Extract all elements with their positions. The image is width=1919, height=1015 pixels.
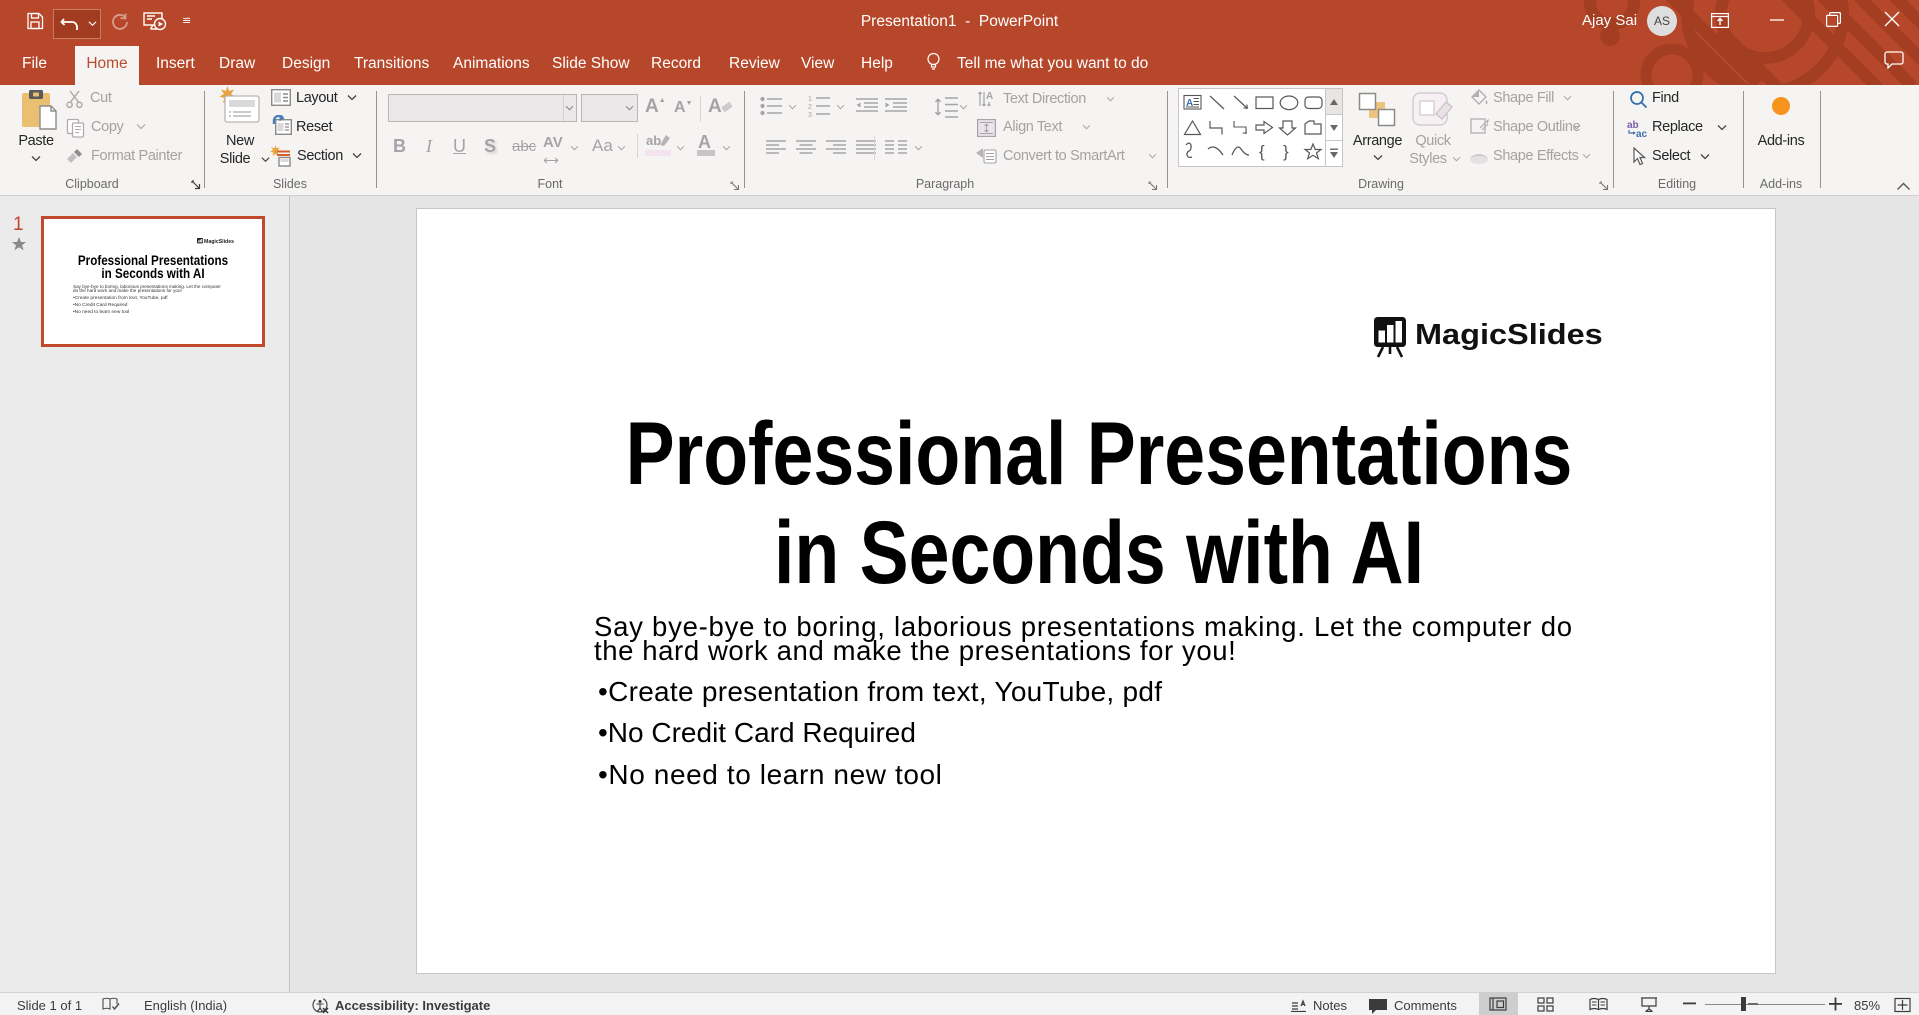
svg-text:}: } — [1283, 142, 1289, 161]
svg-text:A: A — [986, 91, 993, 102]
svg-text:ac: ac — [1636, 129, 1648, 138]
svg-text:2: 2 — [808, 104, 812, 111]
svg-text:{: { — [1259, 142, 1265, 161]
svg-text:3: 3 — [808, 112, 812, 118]
svg-text:1: 1 — [808, 96, 812, 103]
